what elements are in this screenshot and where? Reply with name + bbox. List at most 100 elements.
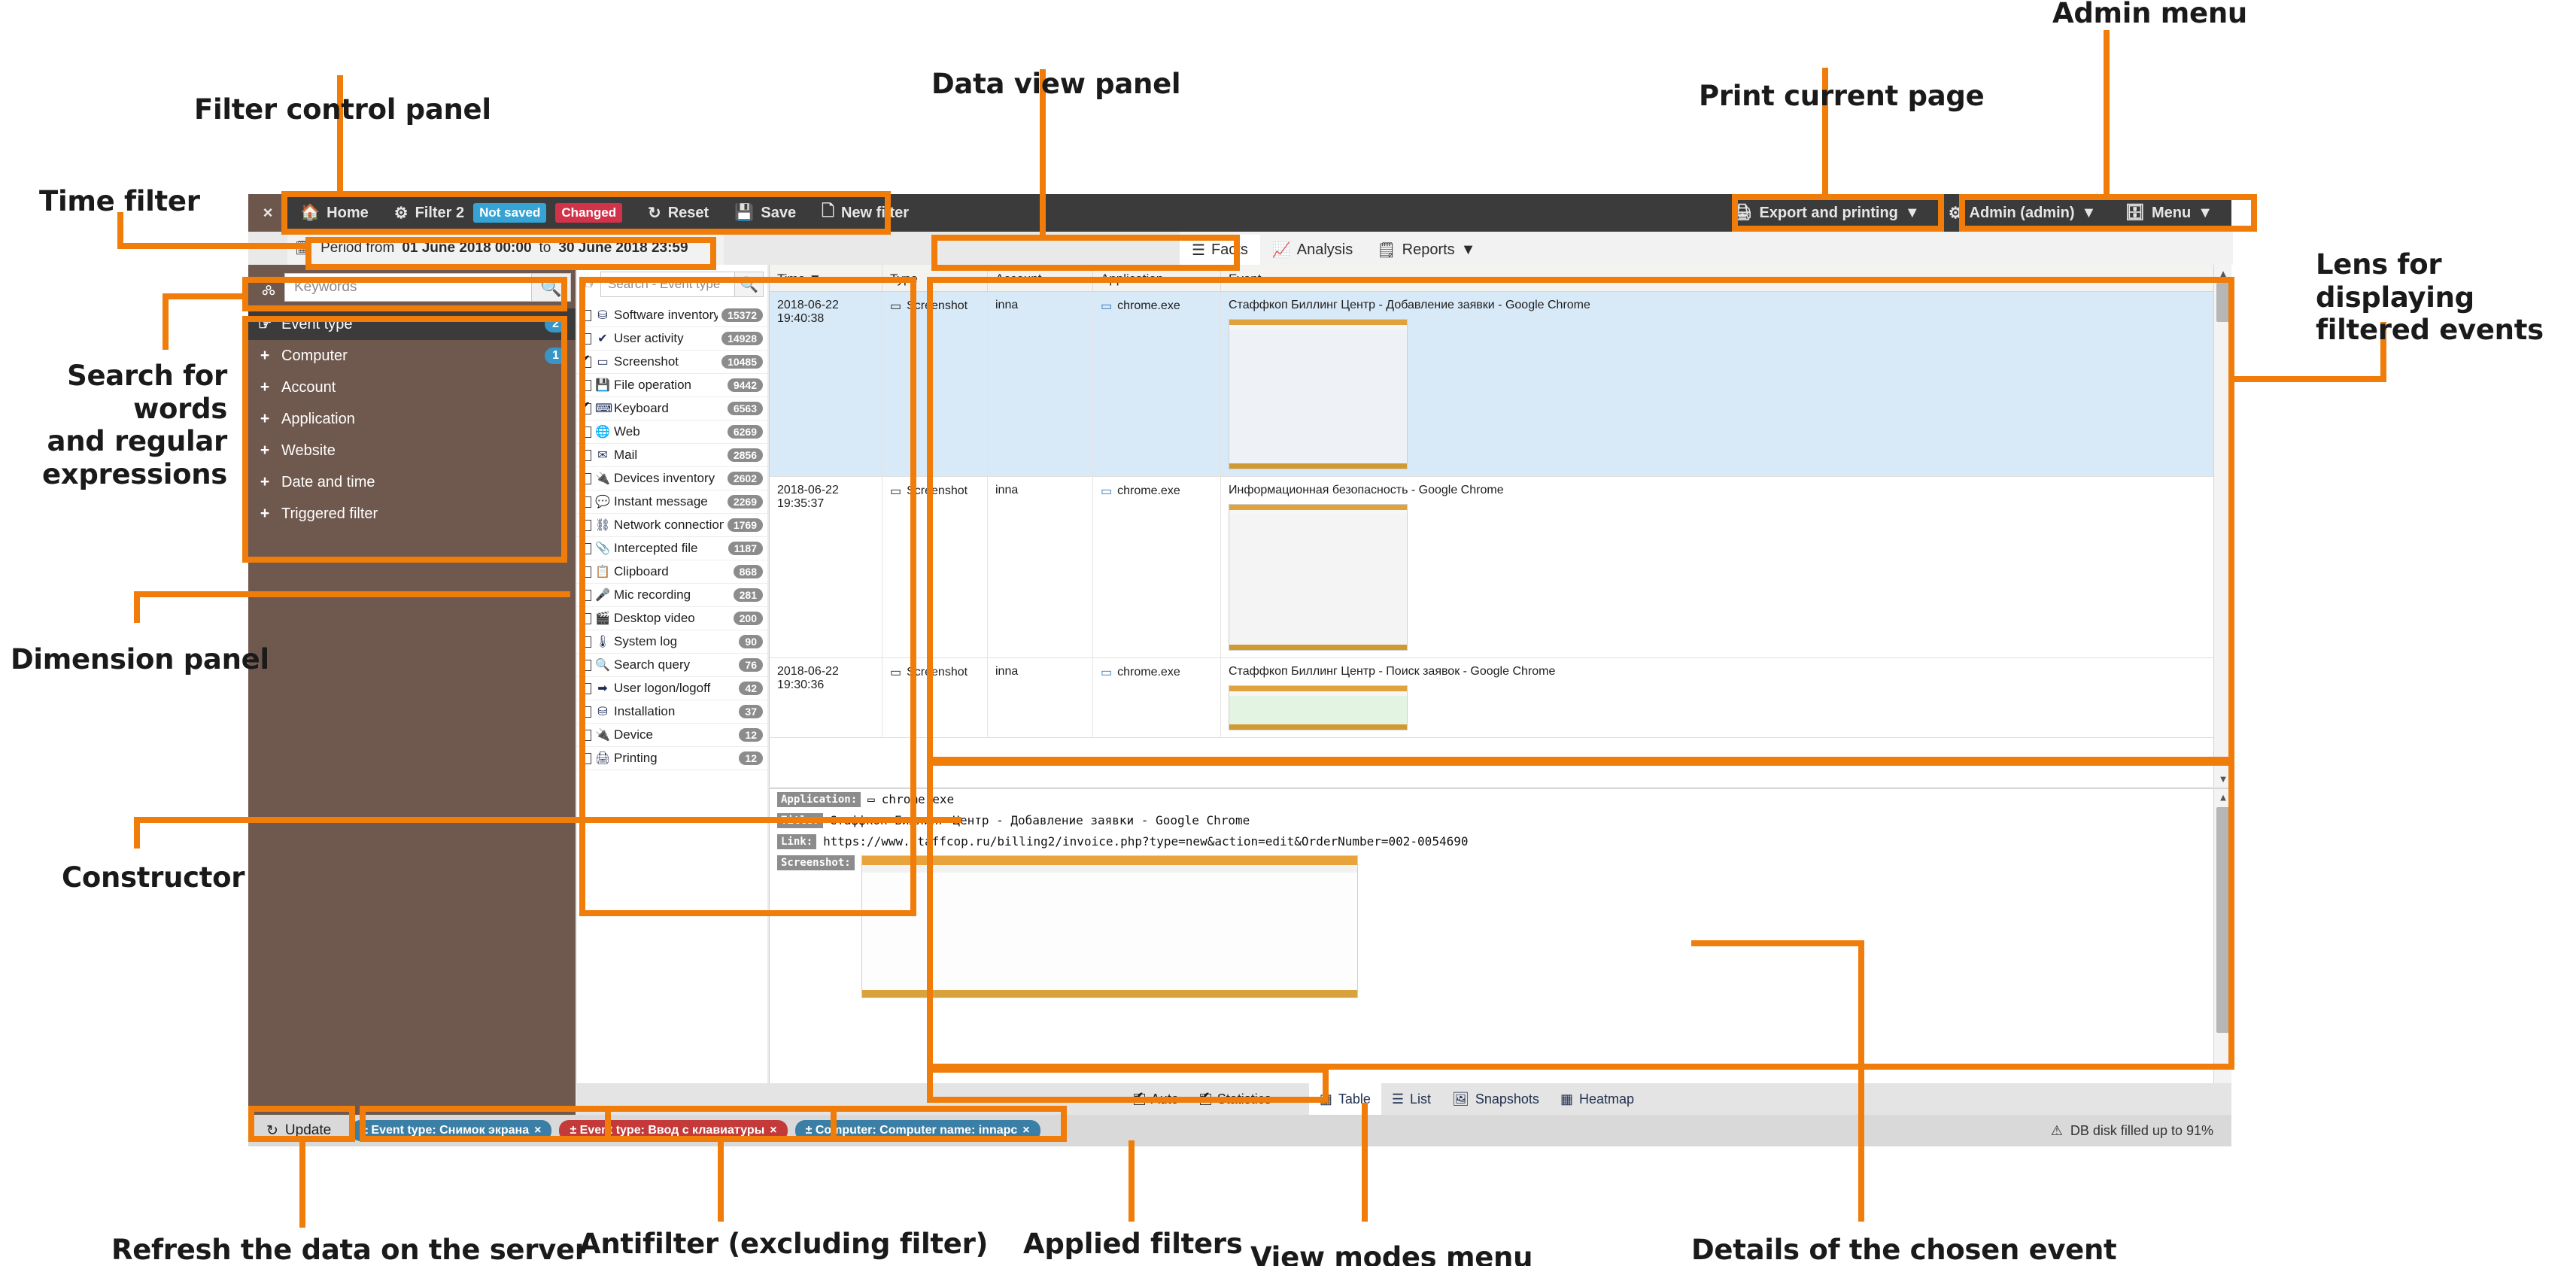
tab-reports[interactable]: 🗒 Reports ▼ xyxy=(1365,235,1487,265)
checkbox-icon[interactable] xyxy=(580,706,591,718)
event-type-row[interactable]: ⛁ Installation 37 xyxy=(577,700,767,724)
view-mode-heatmap[interactable]: ▦ Heatmap xyxy=(1550,1083,1645,1115)
dimension-item-application[interactable]: + Application xyxy=(248,403,576,435)
event-type-row[interactable]: 📋 Clipboard 868 xyxy=(577,560,767,584)
event-type-count: 200 xyxy=(733,612,763,625)
event-type-row[interactable]: 🔍 Search query 76 xyxy=(577,654,767,677)
event-type-row[interactable]: ✔ User activity 14928 xyxy=(577,327,767,351)
view-mode-list[interactable]: ☰ List xyxy=(1381,1083,1441,1115)
event-type-row[interactable]: 🎤 Mic recording 281 xyxy=(577,584,767,607)
scroll-down-icon[interactable]: ▼ xyxy=(2214,770,2232,787)
checkbox-icon[interactable] xyxy=(580,612,591,624)
checkbox-icon[interactable] xyxy=(580,332,591,345)
event-type-row[interactable]: 🔌 Device 12 xyxy=(577,724,767,747)
view-mode-snapshots[interactable]: 🖼 Snapshots xyxy=(1441,1083,1550,1115)
filter-tag-keyboard-antifilter[interactable]: ± Event type: Ввод с клавиатуры × xyxy=(559,1120,788,1141)
event-type-row[interactable]: ⌨Keyboard 6563 xyxy=(577,397,767,420)
event-thumbnail[interactable] xyxy=(1229,504,1408,651)
event-type-row[interactable]: 🌐 Web 6269 xyxy=(577,420,767,444)
column-header-time[interactable]: Time ▼ xyxy=(770,265,882,291)
auto-checkbox[interactable]: Auto xyxy=(1123,1089,1189,1107)
close-icon[interactable]: × xyxy=(534,1124,541,1137)
column-header-type[interactable]: Type xyxy=(882,265,988,291)
checkbox-icon[interactable] xyxy=(580,636,591,648)
event-type-row[interactable]: ▭ Screenshot 10485 xyxy=(577,351,767,374)
admin-menu-button[interactable]: ⚙ Admin (admin) ▼ xyxy=(1936,194,2110,232)
close-icon[interactable]: × xyxy=(770,1124,776,1137)
event-type-row[interactable]: 🎬 Desktop video 200 xyxy=(577,607,767,630)
filter-tag-screenshot[interactable]: ± Event type: Снимок экрана × xyxy=(351,1120,552,1141)
keywords-input[interactable]: Keywords xyxy=(284,273,532,302)
event-type-row[interactable]: 💬 Instant message 2269 xyxy=(577,490,767,514)
checkbox-icon[interactable] xyxy=(580,752,591,764)
table-row[interactable]: 2018-06-22 19:40:38 ▭ Screenshot inna ▭ chrom… xyxy=(770,292,2231,477)
event-type-row[interactable]: 💾 File operation 9442 xyxy=(577,374,767,397)
checkbox-icon[interactable] xyxy=(580,426,591,438)
statistics-checkbox[interactable]: Statistics xyxy=(1189,1089,1282,1107)
new-filter-button[interactable]: 🗋 New filter xyxy=(809,194,922,232)
keywords-search-button[interactable]: 🔍 xyxy=(532,273,571,302)
event-type-row[interactable]: ➡ User logon/logoff 42 xyxy=(577,677,767,700)
scroll-up-icon[interactable]: ▲ xyxy=(2214,265,2232,281)
checkbox-icon[interactable] xyxy=(580,659,591,671)
event-thumbnail[interactable] xyxy=(1229,319,1408,469)
checkbox-icon[interactable] xyxy=(580,399,591,414)
event-thumbnail[interactable] xyxy=(1229,685,1408,730)
export-and-printing-button[interactable]: 🖨 Export and printing ▼ xyxy=(1720,194,1933,232)
details-scrollbar[interactable]: ▲ ▼ xyxy=(2213,789,2231,1115)
event-type-row[interactable]: ⛓ Network connection 1769 xyxy=(577,514,767,537)
checkbox-icon[interactable] xyxy=(580,682,591,694)
home-button[interactable]: 🏠 Home xyxy=(287,194,381,232)
dimension-item-computer[interactable]: + Computer 1 xyxy=(248,340,576,372)
reset-button[interactable]: ↻ Reset xyxy=(635,194,721,232)
checkbox-icon[interactable] xyxy=(580,566,591,578)
event-type-search-input[interactable]: Search - Event type xyxy=(600,272,735,297)
event-type-row[interactable]: 🌡 System log 90 xyxy=(577,630,767,654)
view-mode-table[interactable]: ▦ Table xyxy=(1308,1083,1381,1115)
checkbox-icon[interactable] xyxy=(580,542,591,554)
dimension-item-triggered-filter[interactable]: + Triggered filter xyxy=(248,498,576,530)
save-button[interactable]: 💾 Save xyxy=(721,194,809,232)
event-type-label: Instant message xyxy=(614,494,708,509)
dimension-item-date-and-time[interactable]: + Date and time xyxy=(248,466,576,498)
event-type-search-button[interactable]: 🔍 xyxy=(735,272,764,297)
checkbox-icon[interactable] xyxy=(580,449,591,461)
tab-analysis[interactable]: 📈 Analysis xyxy=(1260,235,1365,265)
event-type-row[interactable]: ✉ Mail 2856 xyxy=(577,444,767,467)
checkbox-icon[interactable] xyxy=(580,729,591,741)
dimension-item-event-type[interactable]: ☞ Event type 2 xyxy=(248,308,576,340)
dimension-item-account[interactable]: + Account xyxy=(248,372,576,403)
checkbox-icon[interactable] xyxy=(580,379,591,391)
event-type-row[interactable]: ⛁ Software inventory 15372 xyxy=(577,304,767,327)
data-table-scrollbar[interactable]: ▲ ▼ xyxy=(2213,265,2231,787)
event-type-row[interactable]: 📎 Intercepted file 1187 xyxy=(577,537,767,560)
column-header-event[interactable]: Event xyxy=(1221,265,2231,291)
screenshot-icon: ▭ xyxy=(890,485,902,498)
tab-facts[interactable]: ☰ Facts xyxy=(1180,235,1260,265)
checkbox-icon[interactable] xyxy=(580,309,591,321)
scrollbar-thumb[interactable] xyxy=(2216,283,2230,322)
scrollbar-thumb[interactable] xyxy=(2216,807,2230,1033)
close-icon[interactable]: × xyxy=(1022,1124,1029,1137)
filter-button[interactable]: ⚙ Filter 2 Not saved Changed xyxy=(381,194,635,232)
event-type-row[interactable]: 🔌 Devices inventory 2602 xyxy=(577,467,767,490)
checkbox-icon[interactable] xyxy=(580,472,591,484)
table-row[interactable]: 2018-06-22 19:35:37 ▭ Screenshot inna ▭ chrom… xyxy=(770,477,2231,658)
menu-button[interactable]: 🗄 Menu ▼ xyxy=(2112,194,2225,232)
detail-screenshot-thumbnail[interactable] xyxy=(861,855,1358,998)
column-header-account[interactable]: Account xyxy=(988,265,1093,291)
checkbox-icon[interactable] xyxy=(580,589,591,601)
column-header-application[interactable]: Application xyxy=(1093,265,1221,291)
checkbox-icon[interactable] xyxy=(580,519,591,531)
scroll-up-icon[interactable]: ▲ xyxy=(2214,789,2232,806)
checkbox-icon[interactable] xyxy=(580,352,591,368)
period-chip[interactable]: 🗓 Period from 01 June 2018 00:00 to 30 J… xyxy=(287,238,696,259)
table-row[interactable]: 2018-06-22 19:30:36 ▭ Screenshot inna ▭ chrom… xyxy=(770,658,2231,738)
detail-value-link[interactable]: https://www.staffcop.ru/billing2/invoice… xyxy=(823,834,1468,849)
close-button[interactable]: × xyxy=(248,194,287,232)
dimension-item-website[interactable]: + Website xyxy=(248,435,576,466)
checkbox-icon[interactable] xyxy=(580,496,591,508)
event-type-count: 15372 xyxy=(721,308,763,322)
filter-tag-computer[interactable]: ± Computer: Computer name: innapc × xyxy=(794,1120,1040,1141)
event-type-row[interactable]: 🖨 Printing 12 xyxy=(577,747,767,770)
